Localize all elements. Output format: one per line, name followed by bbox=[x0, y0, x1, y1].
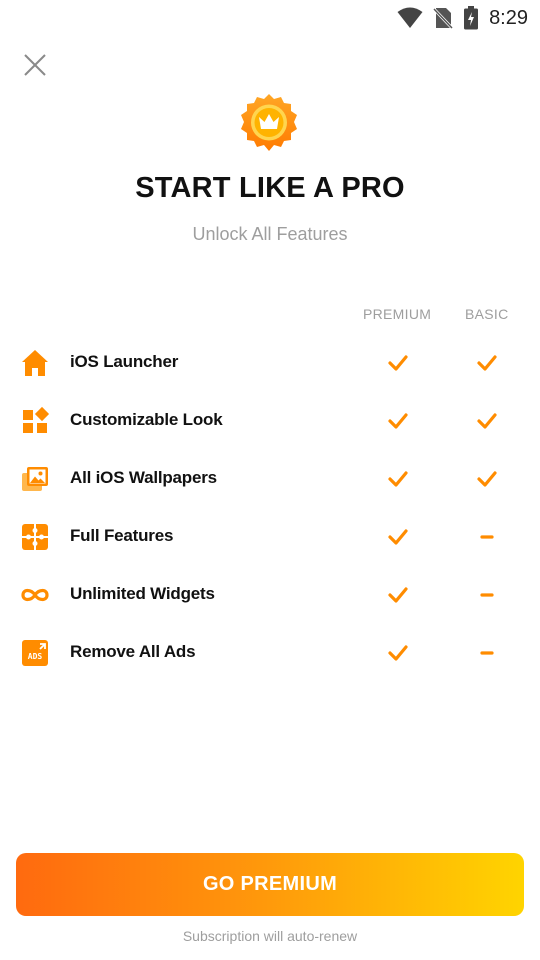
home-icon bbox=[22, 350, 48, 376]
check-icon bbox=[388, 471, 408, 487]
dash-icon bbox=[480, 593, 494, 597]
wallpaper-icon bbox=[22, 467, 48, 491]
dash-icon bbox=[480, 651, 494, 655]
check-icon bbox=[477, 413, 497, 429]
dash-icon bbox=[480, 535, 494, 539]
feature-label: Unlimited Widgets bbox=[70, 584, 215, 603]
check-icon bbox=[388, 587, 408, 603]
check-icon bbox=[388, 355, 408, 371]
column-header-premium: PREMIUM bbox=[363, 306, 432, 322]
feature-label: iOS Launcher bbox=[70, 352, 179, 371]
status-bar: 8:29 bbox=[0, 0, 540, 36]
feature-row-customizable-look: Customizable Look bbox=[0, 400, 540, 440]
svg-text:ADS: ADS bbox=[28, 652, 43, 661]
infinity-icon bbox=[21, 588, 49, 602]
crown-icon bbox=[241, 94, 297, 151]
feature-label: Remove All Ads bbox=[70, 642, 196, 661]
customize-icon bbox=[23, 406, 50, 433]
go-premium-button[interactable]: GO PREMIUM bbox=[16, 853, 524, 916]
check-icon bbox=[477, 471, 497, 487]
close-button[interactable] bbox=[18, 48, 52, 82]
page-title: START LIKE A PRO bbox=[135, 172, 405, 204]
ads-icon: ADS bbox=[22, 640, 48, 666]
feature-row-remove-all-ads: ADS Remove All Ads bbox=[0, 632, 540, 672]
feature-row-full-features: Full Features bbox=[0, 516, 540, 556]
puzzle-icon bbox=[22, 524, 48, 550]
column-header-basic: BASIC bbox=[465, 306, 509, 322]
check-icon bbox=[388, 413, 408, 429]
feature-row-ios-launcher: iOS Launcher bbox=[0, 342, 540, 382]
feature-label: Full Features bbox=[70, 526, 174, 545]
check-icon bbox=[388, 529, 408, 545]
status-icons: 8:29 bbox=[397, 6, 528, 30]
feature-label: Customizable Look bbox=[70, 410, 223, 429]
feature-row-unlimited-widgets: Unlimited Widgets bbox=[0, 574, 540, 614]
wifi-icon bbox=[397, 7, 423, 28]
no-sim-icon bbox=[433, 7, 454, 30]
check-icon bbox=[388, 645, 408, 661]
status-time: 8:29 bbox=[489, 6, 528, 29]
go-premium-label: GO PREMIUM bbox=[202, 873, 338, 895]
feature-label: All iOS Wallpapers bbox=[70, 468, 217, 487]
battery-charging-icon bbox=[464, 6, 479, 30]
close-icon bbox=[24, 54, 46, 76]
feature-row-all-ios-wallpapers: All iOS Wallpapers bbox=[0, 458, 540, 498]
check-icon bbox=[477, 355, 497, 371]
page-subtitle: Unlock All Features bbox=[192, 224, 348, 244]
subscription-note: Subscription will auto-renew bbox=[182, 928, 358, 944]
